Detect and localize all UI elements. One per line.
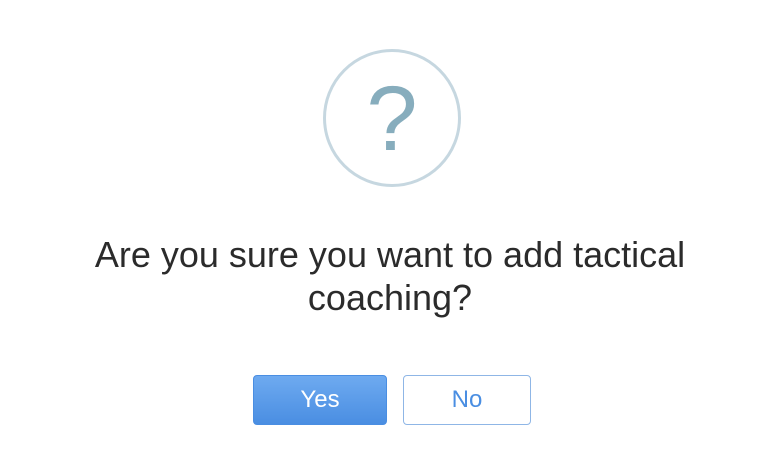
question-mark-icon: ? (323, 49, 461, 187)
yes-button[interactable]: Yes (253, 375, 387, 425)
no-button[interactable]: No (403, 375, 531, 425)
question-mark-glyph: ? (366, 68, 418, 170)
confirm-dialog: ? Are you sure you want to add tactical … (0, 0, 780, 461)
dialog-message: Are you sure you want to add tactical co… (94, 234, 686, 318)
dialog-buttons: Yes No (0, 375, 780, 427)
